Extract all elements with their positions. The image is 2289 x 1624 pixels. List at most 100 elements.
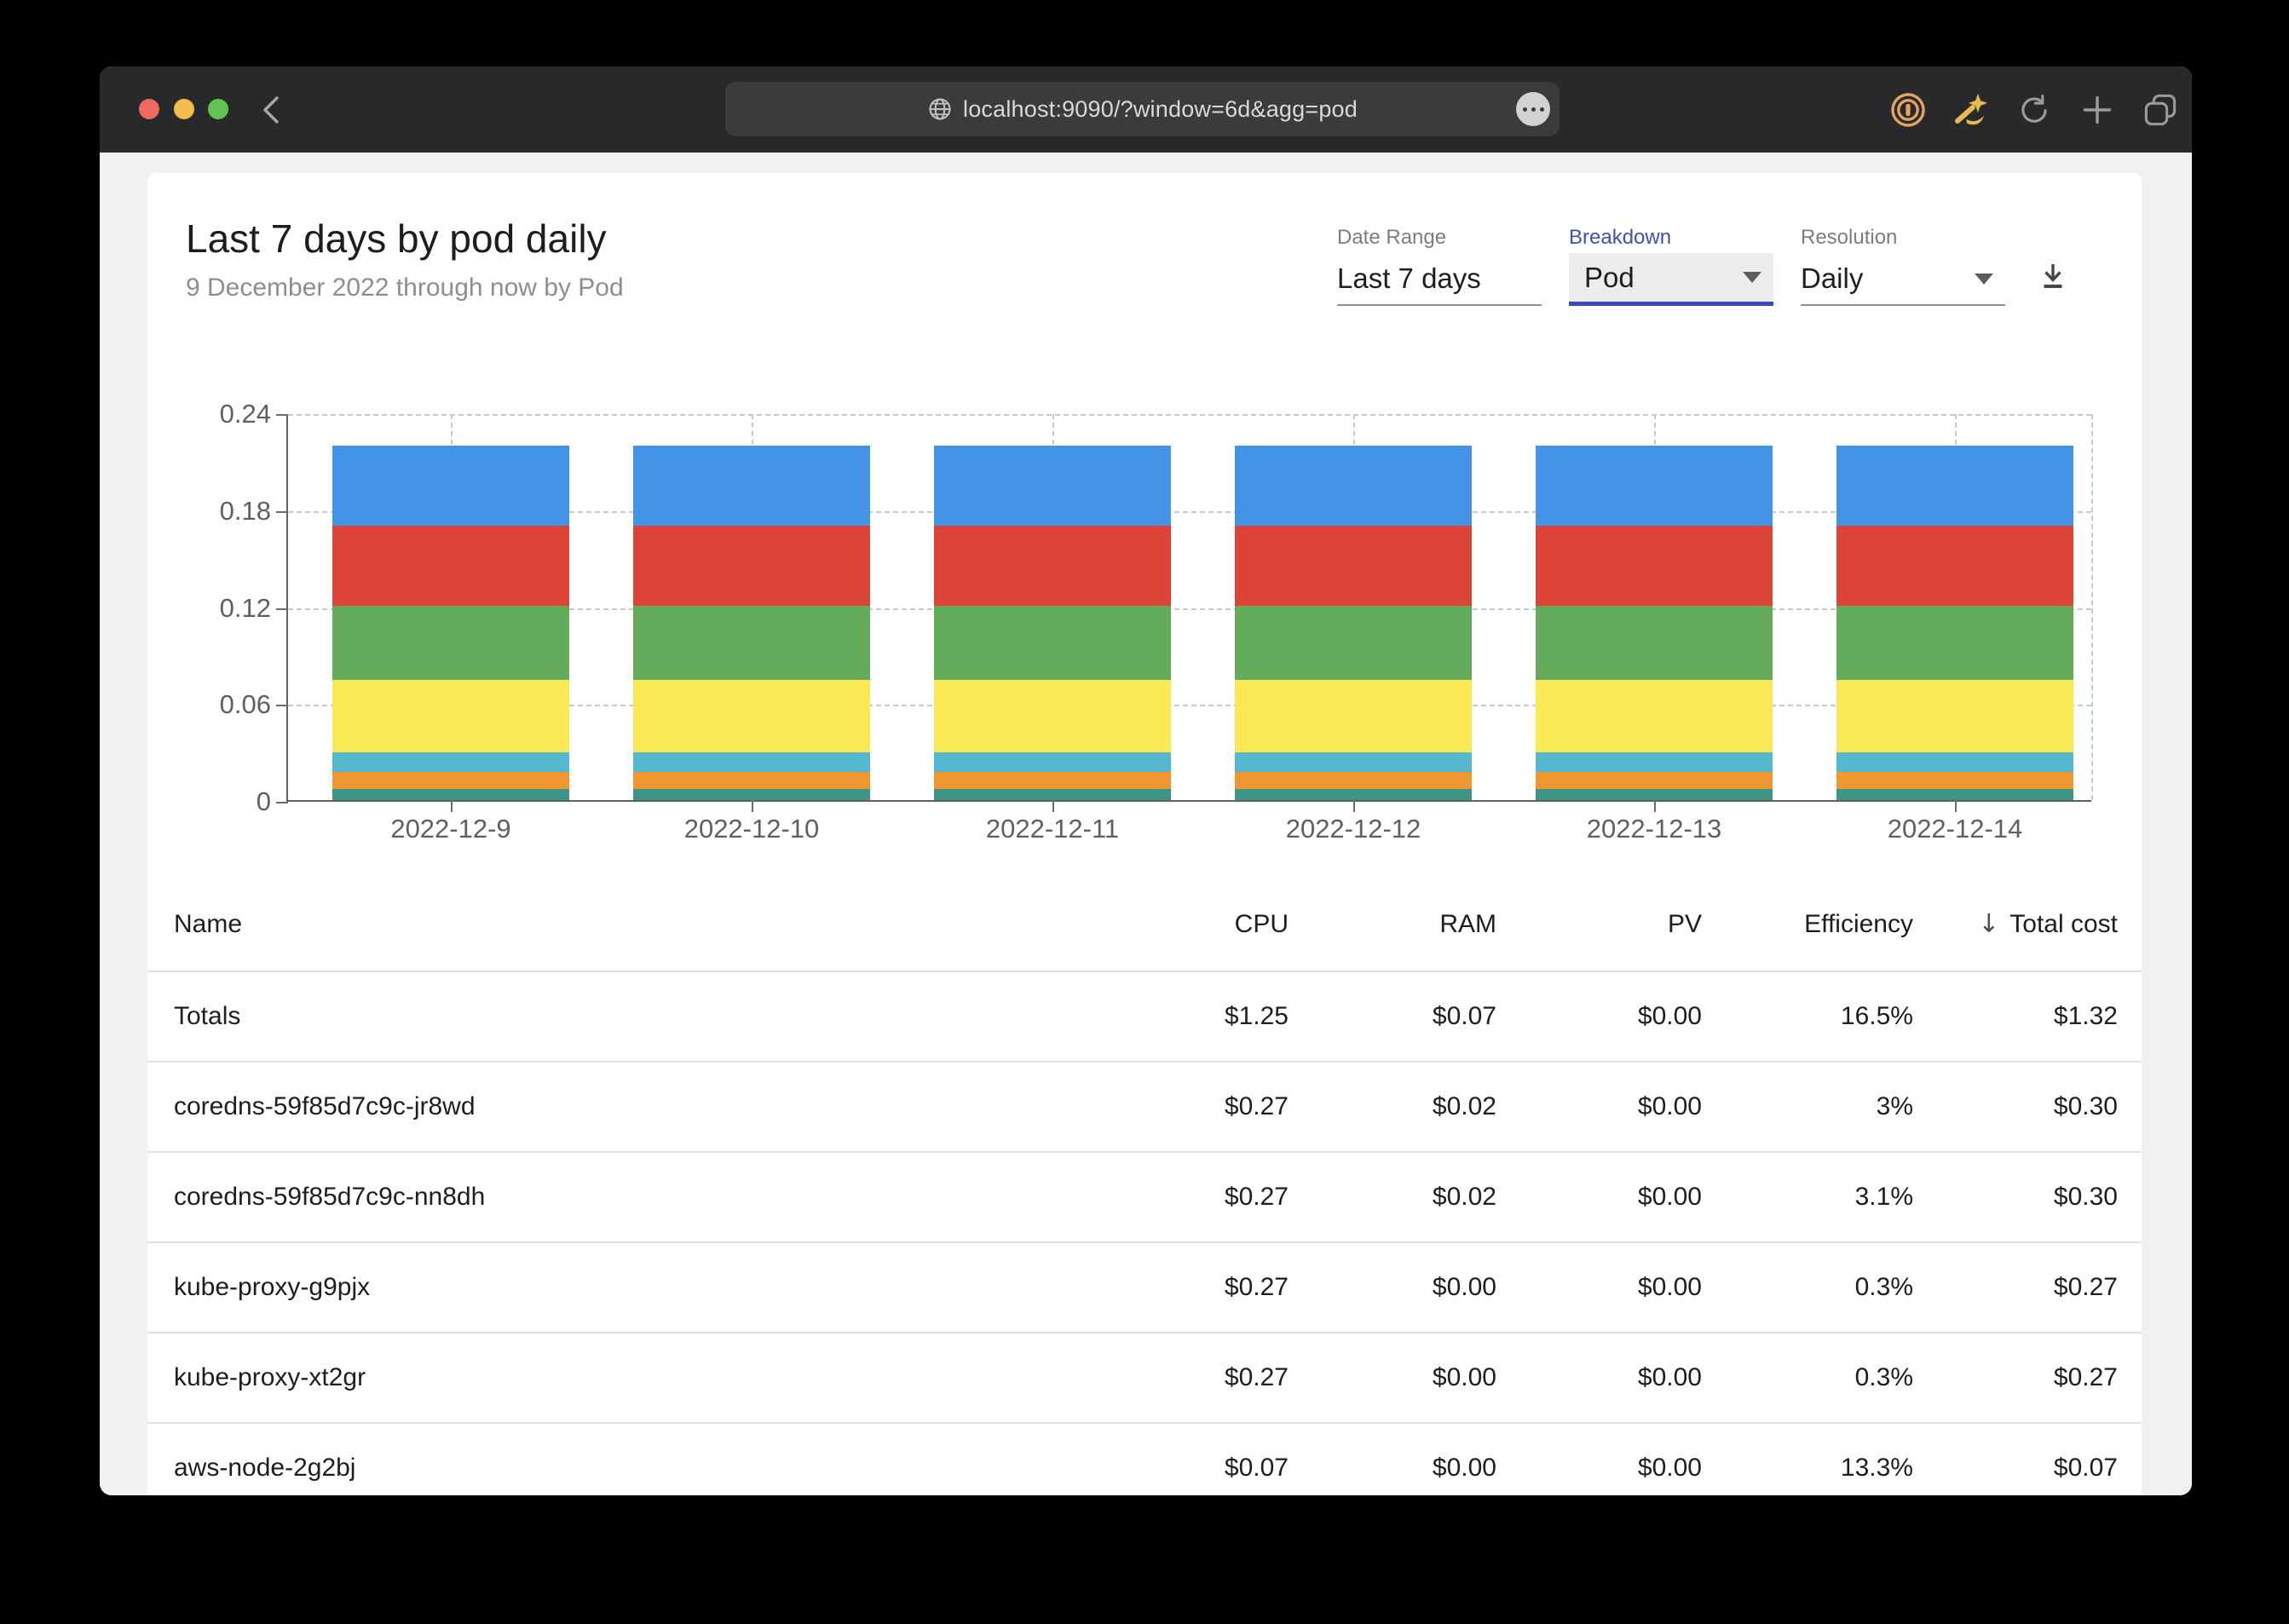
column-header-total-cost[interactable]: ↓ Total cost <box>1913 909 2118 939</box>
bar-segment-cyan <box>934 752 1171 772</box>
tab-overview-icon <box>2144 94 2177 125</box>
zoom-window-button[interactable] <box>208 99 228 119</box>
pod-name-cell: coredns-59f85d7c9c-nn8dh <box>174 1183 486 1211</box>
onepassword-icon <box>1891 92 1925 127</box>
x-axis-label: 2022-12-14 <box>1887 814 2023 844</box>
minimize-window-button[interactable] <box>174 99 194 119</box>
download-icon <box>2044 264 2062 288</box>
magic-wand-icon <box>1955 93 1987 124</box>
bar-segment-blue <box>1536 445 1773 526</box>
cpu-cell: $0.27 <box>1224 1183 1289 1211</box>
date-range-field[interactable]: Date Range Last 7 days <box>1337 226 1542 306</box>
stacked-bar[interactable] <box>1235 445 1472 800</box>
stacked-bar[interactable] <box>332 445 569 800</box>
pod-name-cell: kube-proxy-xt2gr <box>174 1363 366 1391</box>
column-header-efficiency: Efficiency <box>1804 909 1913 938</box>
back-button[interactable] <box>255 91 289 129</box>
x-axis-label: 2022-12-11 <box>985 814 1120 844</box>
url-text: localhost:9090/?window=6d&agg=pod <box>963 95 1358 122</box>
total-cell: $0.30 <box>2053 1183 2118 1211</box>
ram-cell: $0.02 <box>1432 1183 1496 1211</box>
column-header-name: Name <box>174 909 243 938</box>
chevron-down-icon <box>1975 273 1993 285</box>
close-window-button[interactable] <box>139 99 159 119</box>
bar-segment-yellow <box>1536 679 1773 753</box>
x-tick <box>451 800 453 812</box>
table-row[interactable]: Totals $1.25 $0.07 $0.00 16.5% $1.32 <box>147 972 2142 1063</box>
globe-icon <box>929 98 951 120</box>
table-row[interactable]: kube-proxy-g9pjx $0.27 $0.00 $0.00 0.3% $0.27 <box>147 1243 2142 1333</box>
stacked-bar[interactable] <box>934 445 1171 800</box>
efficiency-cell: 3.1% <box>1854 1183 1913 1211</box>
cost-table: Name CPU RAM PV Efficiency ↓ Total cost Totals… <box>147 878 2142 1495</box>
stacked-bar[interactable] <box>1536 445 1773 800</box>
bar-segment-teal <box>934 788 1171 800</box>
y-tick <box>276 414 288 416</box>
breakdown-select[interactable]: Breakdown Pod <box>1569 226 1773 306</box>
x-axis-label: 2022-12-9 <box>390 814 511 844</box>
bar-segment-blue <box>934 445 1171 526</box>
bar-segment-yellow <box>934 679 1171 753</box>
stacked-bar[interactable] <box>1836 445 2073 800</box>
y-tick <box>276 608 288 610</box>
y-axis-label: 0.24 <box>219 399 271 429</box>
plus-icon <box>2083 95 2112 124</box>
bar-segment-teal <box>1836 788 2073 800</box>
ram-cell: $0.00 <box>1432 1454 1496 1482</box>
y-axis-label: 0.06 <box>219 689 271 720</box>
x-tick <box>1353 800 1355 812</box>
gridline <box>288 414 2091 416</box>
total-cell: $0.27 <box>2053 1273 2118 1301</box>
resolution-select[interactable]: Resolution Daily <box>1801 226 2005 306</box>
gridline <box>2091 414 2093 800</box>
bar-segment-cyan <box>332 752 569 772</box>
bar-segment-green <box>633 605 870 680</box>
new-tab-button[interactable] <box>2066 66 2129 153</box>
y-axis-label: 0 <box>256 786 271 816</box>
stacked-bar[interactable] <box>633 445 870 800</box>
bar-segment-green <box>1235 605 1472 680</box>
table-row[interactable]: coredns-59f85d7c9c-jr8wd $0.27 $0.02 $0.00 3… <box>147 1063 2142 1153</box>
page-menu-button[interactable] <box>1516 92 1550 126</box>
ellipsis-icon <box>1522 107 1527 112</box>
cpu-cell: $0.27 <box>1224 1092 1289 1120</box>
url-bar[interactable]: localhost:9090/?window=6d&agg=pod <box>725 82 1560 136</box>
bar-segment-teal <box>332 788 569 800</box>
bar-segment-orange <box>934 771 1171 789</box>
table-body: Totals $1.25 $0.07 $0.00 16.5% $1.32 coredns-5… <box>147 972 2142 1495</box>
table-row[interactable]: kube-proxy-xt2gr $0.27 $0.00 $0.00 0.3% $0.27 <box>147 1333 2142 1424</box>
x-tick <box>752 800 753 812</box>
x-tick <box>1654 800 1656 812</box>
onepassword-extension-button[interactable] <box>1877 66 1940 153</box>
pod-name-cell: Totals <box>174 1002 241 1030</box>
bar-segment-blue <box>1235 445 1472 526</box>
total-cell: $1.32 <box>2053 1002 2118 1030</box>
bar-segment-orange <box>1836 771 2073 789</box>
cpu-cell: $1.25 <box>1224 1002 1289 1030</box>
tab-overview-button[interactable] <box>2129 66 2192 153</box>
date-range-label: Date Range <box>1337 226 1447 249</box>
breakdown-value: Pod <box>1584 261 1635 293</box>
total-cell: $0.27 <box>2053 1363 2118 1391</box>
date-range-value: Last 7 days <box>1337 262 1481 294</box>
pv-cell: $0.00 <box>1637 1002 1702 1030</box>
bar-segment-red <box>332 525 569 606</box>
wand-extension-button[interactable] <box>1940 66 2003 153</box>
browser-window: localhost:9090/?window=6d&agg=pod Last 7… <box>100 66 2192 1495</box>
bar-segment-red <box>1836 525 2073 606</box>
table-row[interactable]: coredns-59f85d7c9c-nn8dh $0.27 $0.02 $0.00 3… <box>147 1153 2142 1243</box>
bar-segment-yellow <box>1836 679 2073 753</box>
breakdown-label: Breakdown <box>1569 226 1672 249</box>
y-axis-label: 0.18 <box>219 495 271 526</box>
resolution-value: Daily <box>1801 262 1864 294</box>
reload-button[interactable] <box>2003 66 2066 153</box>
bar-segment-cyan <box>1836 752 2073 772</box>
bar-segment-teal <box>1536 788 1773 800</box>
y-axis-label: 0.12 <box>219 592 271 623</box>
pv-cell: $0.00 <box>1637 1273 1702 1301</box>
ram-cell: $0.00 <box>1432 1363 1496 1391</box>
sort-descending-icon: ↓ <box>1978 909 2000 939</box>
table-row[interactable]: aws-node-2g2bj $0.07 $0.00 $0.00 13.3% $0.07 <box>147 1424 2142 1495</box>
total-cell: $0.07 <box>2053 1454 2118 1482</box>
download-report-button[interactable] <box>2032 256 2073 297</box>
